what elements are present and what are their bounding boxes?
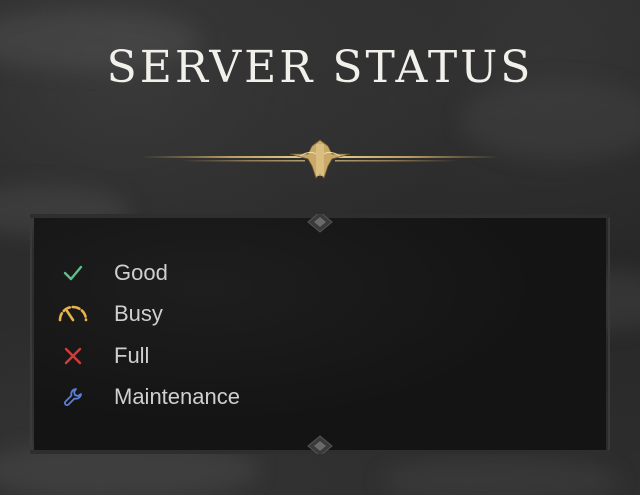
legend-item-full: Full [56, 335, 356, 377]
legend-label-good: Good [114, 259, 168, 285]
page-title: SERVER STATUS [106, 42, 534, 93]
gauge-icon [56, 302, 90, 326]
status-legend: Good Busy Full Maintenance [56, 252, 356, 418]
legend-label-busy: Busy [114, 301, 163, 327]
x-icon [56, 344, 90, 368]
legend-item-good: Good [56, 252, 356, 294]
legend-label-full: Full [114, 342, 150, 368]
legend-item-maintenance: Maintenance [56, 377, 356, 419]
legend-item-busy: Busy [56, 294, 356, 336]
check-icon [56, 261, 90, 285]
ornamental-divider [140, 139, 500, 179]
wrench-icon [56, 385, 90, 409]
legend-label-maintenance: Maintenance [114, 384, 240, 410]
